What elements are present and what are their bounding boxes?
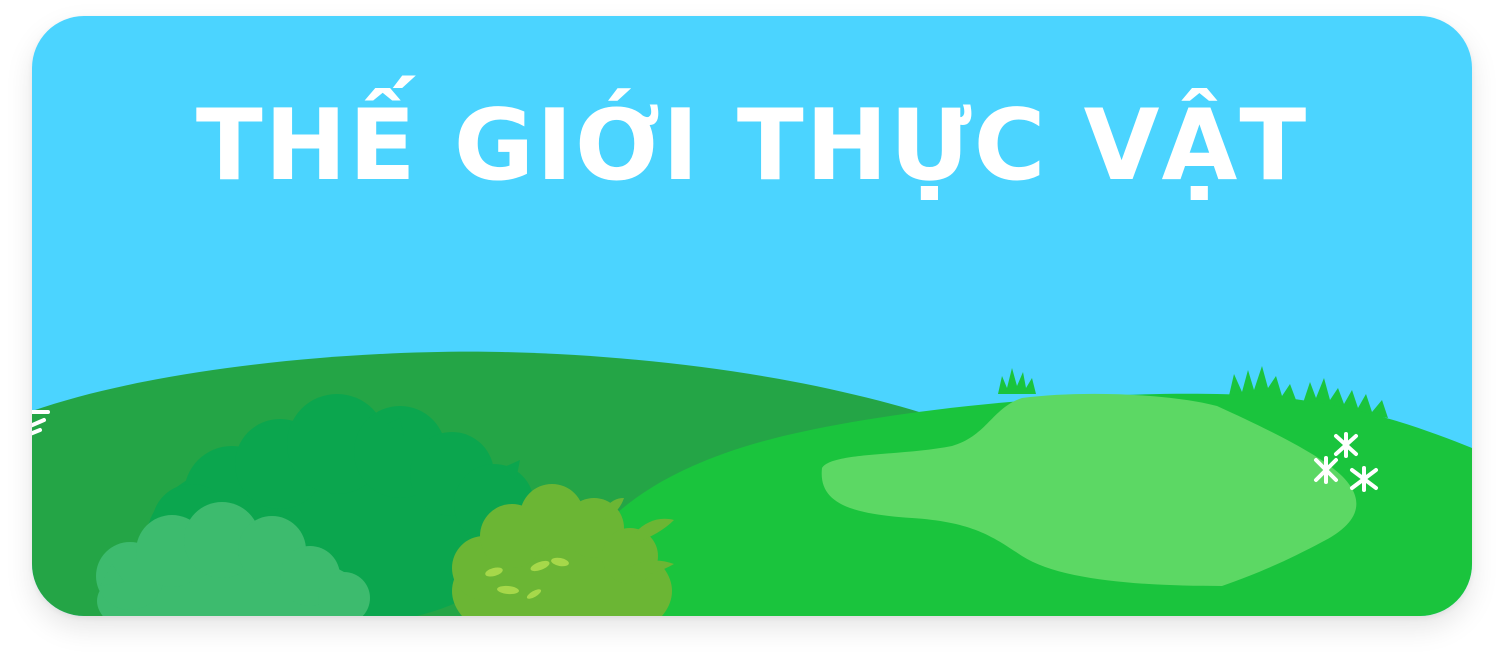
- plant-world-banner[interactable]: THẾ GIỚI THỰC VẬT: [32, 16, 1472, 616]
- banner-title: THẾ GIỚI THỰC VẬT: [195, 89, 1309, 203]
